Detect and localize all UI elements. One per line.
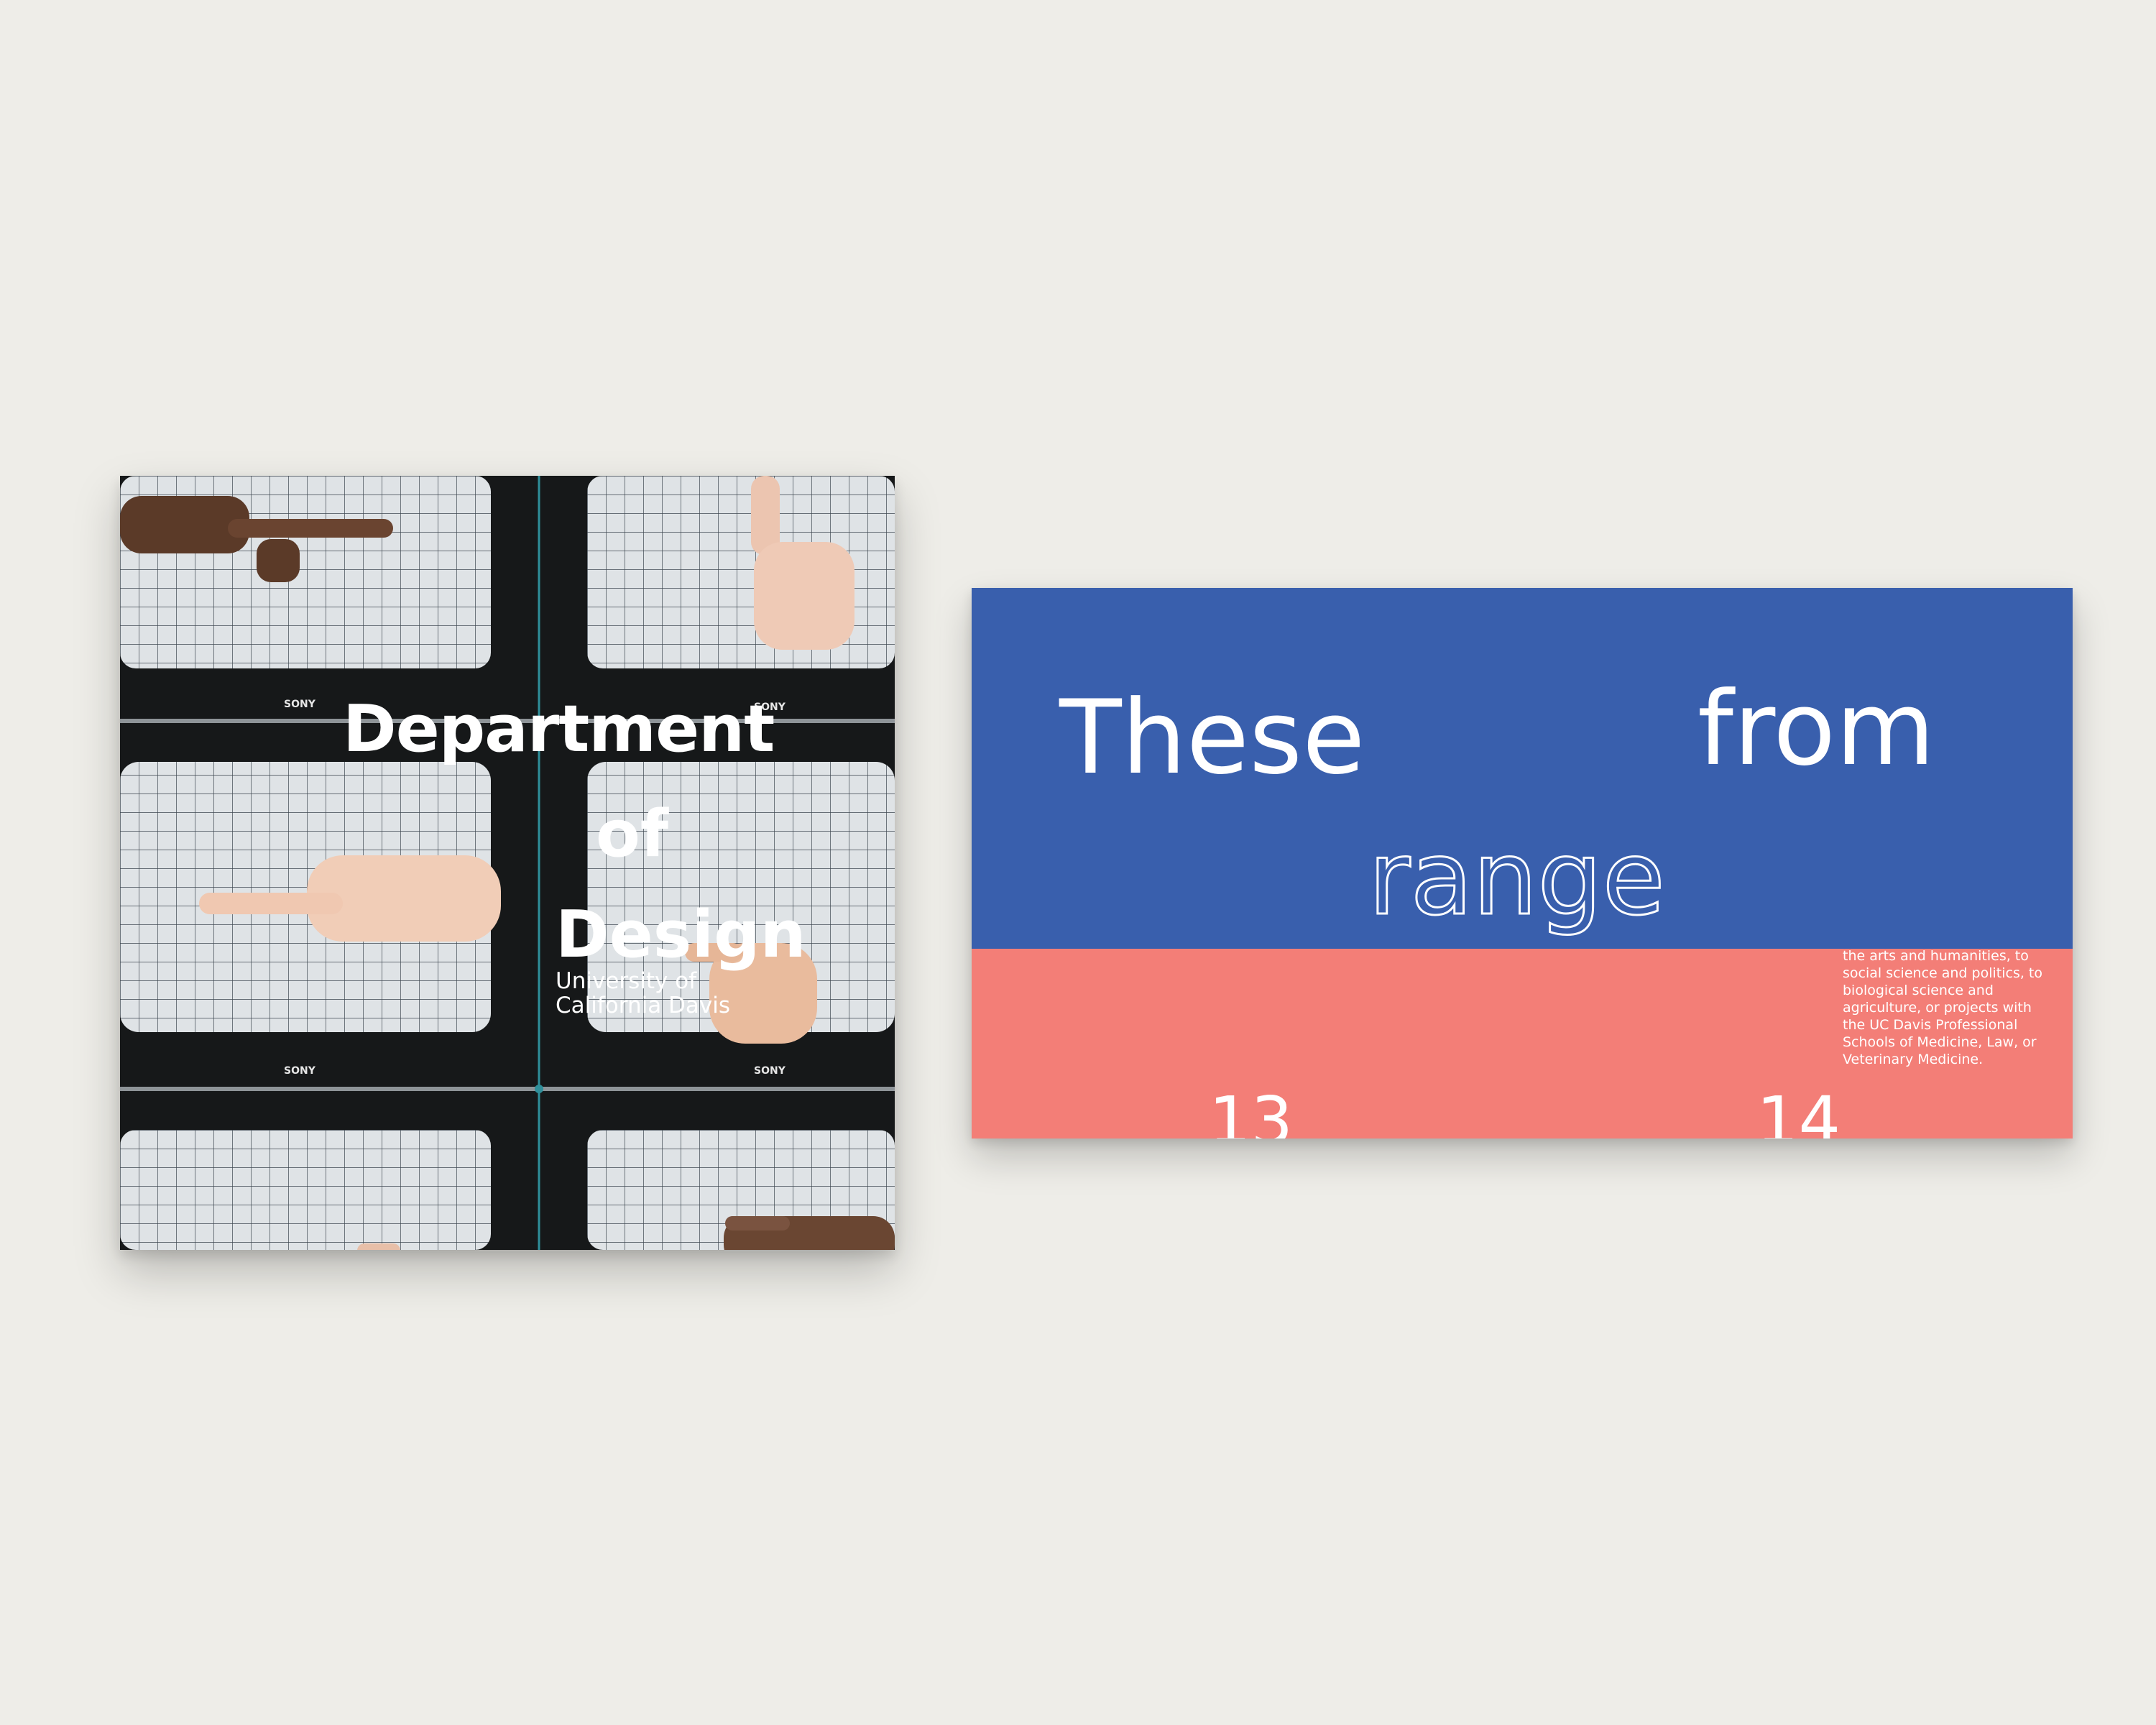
headline-word-range-outline: range xyxy=(1368,819,1667,938)
headline-word-from: from xyxy=(1697,670,1935,788)
tv-brand-label: SONY xyxy=(284,1065,315,1077)
page-number-left: 13 xyxy=(1209,1082,1294,1139)
cover-subtitle: University of California Davis xyxy=(556,968,731,1018)
tv-screen xyxy=(120,1130,491,1250)
cover-title-line-3: Design xyxy=(556,897,806,972)
page-number-right: 14 xyxy=(1756,1082,1841,1139)
cover-title-line-2: of xyxy=(596,796,668,872)
cover-title-line-1: Department xyxy=(343,691,775,767)
pointing-hand-bottom-right xyxy=(724,1216,895,1250)
tv-grid-photo xyxy=(120,476,895,1250)
book-spread: These from range the arts and humanities… xyxy=(972,588,2073,1138)
book-cover: SONY SONY SONY SONY Department of Design… xyxy=(120,476,895,1250)
tv-brand-label: SONY xyxy=(284,699,315,710)
tv-brand-label: SONY xyxy=(754,1065,786,1077)
headline-word-these: These xyxy=(1059,678,1365,797)
spread-body-copy: the arts and humanities, to social scien… xyxy=(1843,948,2042,1067)
hand-bottom-left xyxy=(357,1243,400,1250)
